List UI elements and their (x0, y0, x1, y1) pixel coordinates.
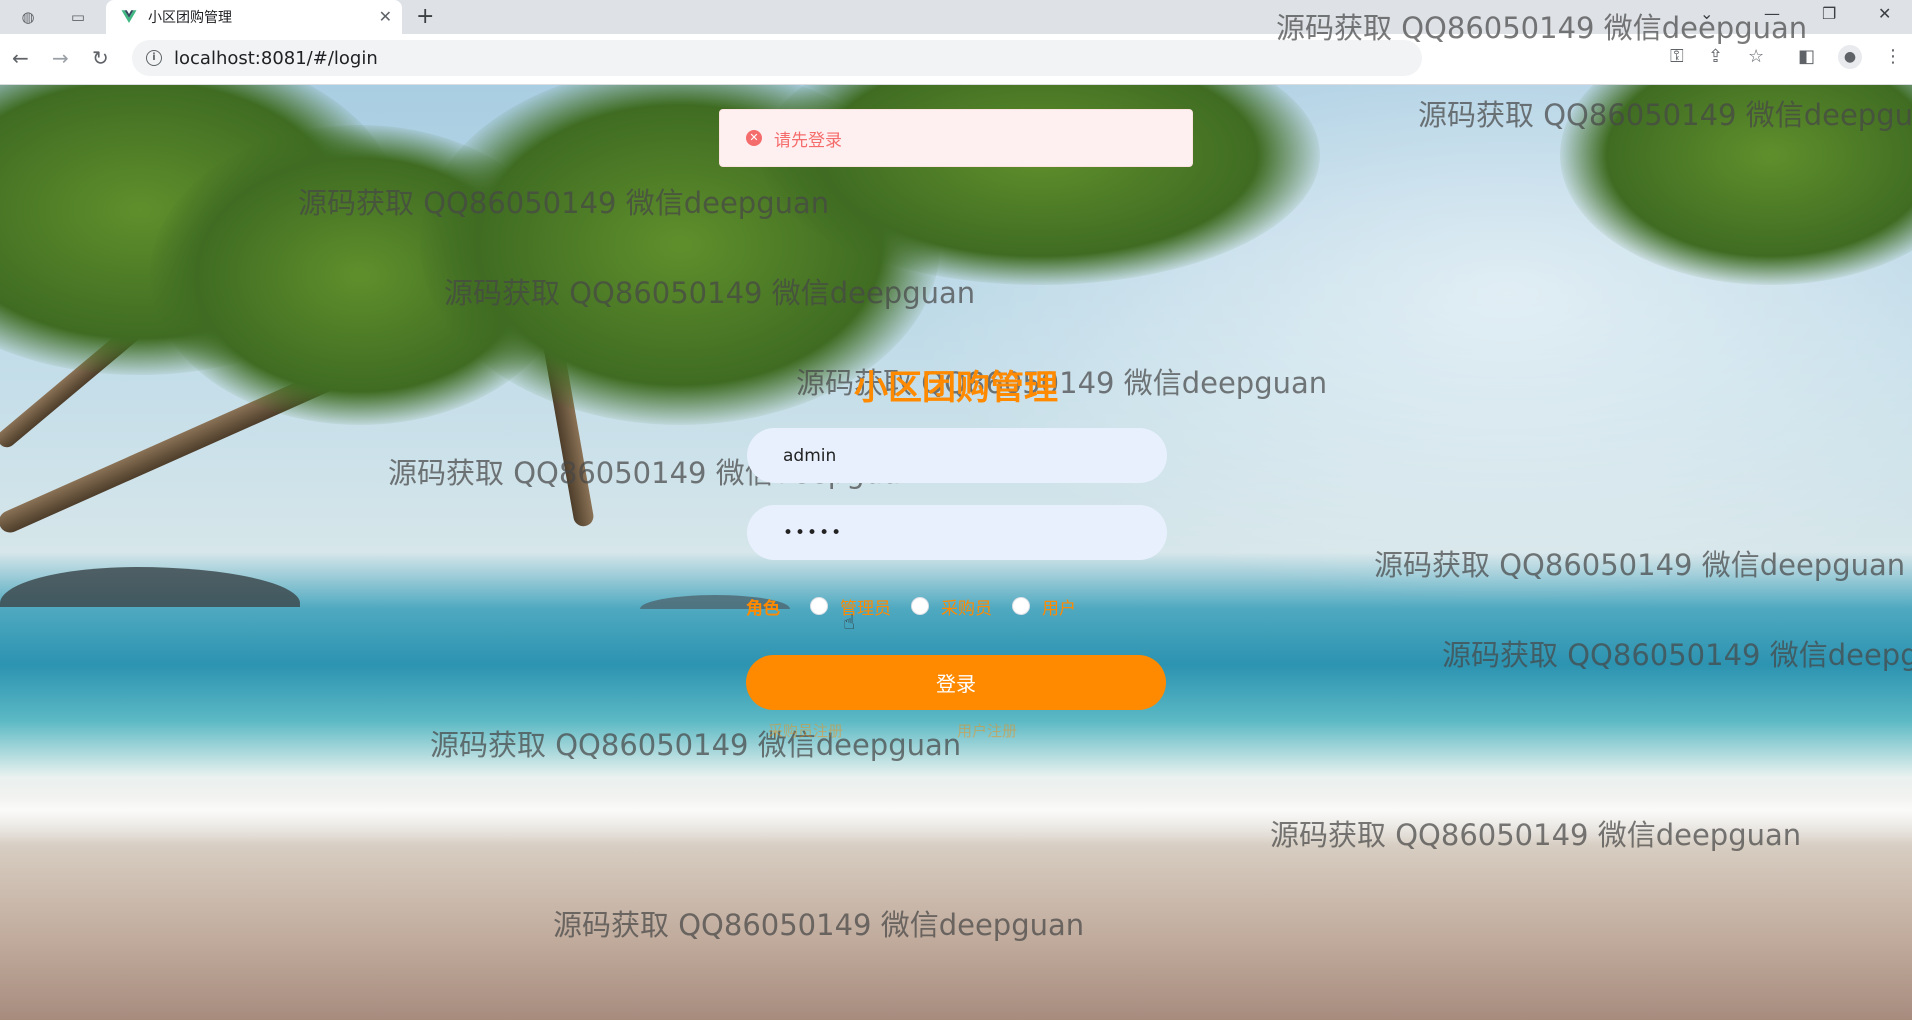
profile-icon[interactable]: ● (1838, 45, 1862, 69)
browser-tab[interactable]: 小区团购管理 ✕ (106, 0, 402, 34)
login-title: 小区团购管理 (854, 368, 1058, 408)
restore-icon[interactable]: ❐ (1822, 4, 1836, 23)
watermark: 源码获取 QQ86050149 微信deepguan (1374, 548, 1906, 582)
role-selector: 角色 管理员 采购员 用户 (746, 593, 1096, 619)
watermark: 源码获取 QQ86050149 微信deepguan (1418, 98, 1912, 132)
role-option-purchaser[interactable]: 采购员 (911, 594, 992, 619)
watermark: 源码获取 QQ86050149 微信deepguan (1270, 818, 1802, 852)
info-icon[interactable]: i (146, 50, 162, 66)
watermark: 源码获取 QQ86050149 微信deepguan (430, 728, 962, 762)
sidebar-icon[interactable]: ◧ (1798, 46, 1815, 67)
login-button[interactable]: 登录 (746, 655, 1166, 710)
address-bar[interactable]: i localhost:8081/#/login (132, 40, 1422, 76)
username-input[interactable] (747, 428, 1167, 483)
password-input[interactable] (747, 505, 1167, 560)
key-icon[interactable]: ⚿ (1670, 46, 1684, 67)
role-option-label[interactable]: 采购员 (941, 594, 992, 619)
close-icon[interactable]: ✕ (379, 7, 392, 26)
background-island (0, 567, 300, 607)
menu-icon[interactable]: ⋮ (1884, 46, 1902, 67)
star-icon[interactable]: ☆ (1748, 46, 1764, 67)
radio-button[interactable] (810, 597, 828, 615)
error-circle-icon: ✕ (746, 130, 762, 146)
forward-icon[interactable]: → (52, 46, 69, 70)
role-option-label[interactable]: 用户 (1042, 594, 1076, 619)
watermark: 源码获取 QQ86050149 微信deepguan (444, 276, 976, 310)
register-user-link[interactable]: 用户注册 (957, 720, 1017, 741)
window-close-icon[interactable]: ✕ (1878, 4, 1891, 23)
reload-icon[interactable]: ↻ (92, 46, 109, 70)
back-icon[interactable]: ← (12, 46, 29, 70)
watermark: 源码获取 QQ86050149 微信deepguan (1442, 638, 1912, 672)
url-text[interactable]: localhost:8081/#/login (174, 48, 378, 69)
radio-button[interactable] (1012, 597, 1030, 615)
vue-logo-icon (121, 10, 137, 23)
watermark: 源码获取 QQ86050149 微信deepguan (553, 908, 1085, 942)
role-label: 角色 (746, 598, 780, 619)
toast-message: 请先登录 (774, 130, 842, 151)
role-option-user[interactable]: 用户 (1012, 594, 1076, 619)
page-icon[interactable]: ▭ (66, 5, 90, 29)
globe-icon[interactable]: ◍ (16, 5, 40, 29)
error-toast: ✕ 请先登录 (719, 109, 1193, 167)
radio-button[interactable] (911, 597, 929, 615)
share-icon[interactable]: ⇪ (1708, 46, 1723, 67)
plus-icon[interactable]: + (416, 4, 434, 29)
watermark: 源码获取 QQ86050149 微信deepguan (298, 186, 830, 220)
watermark: 源码获取 QQ86050149 微信deepguan (1276, 11, 1808, 45)
tab-title: 小区团购管理 (148, 10, 232, 26)
register-purchaser-link[interactable]: 采购员注册 (768, 720, 843, 741)
hand-cursor-icon: ☝ (843, 610, 856, 634)
